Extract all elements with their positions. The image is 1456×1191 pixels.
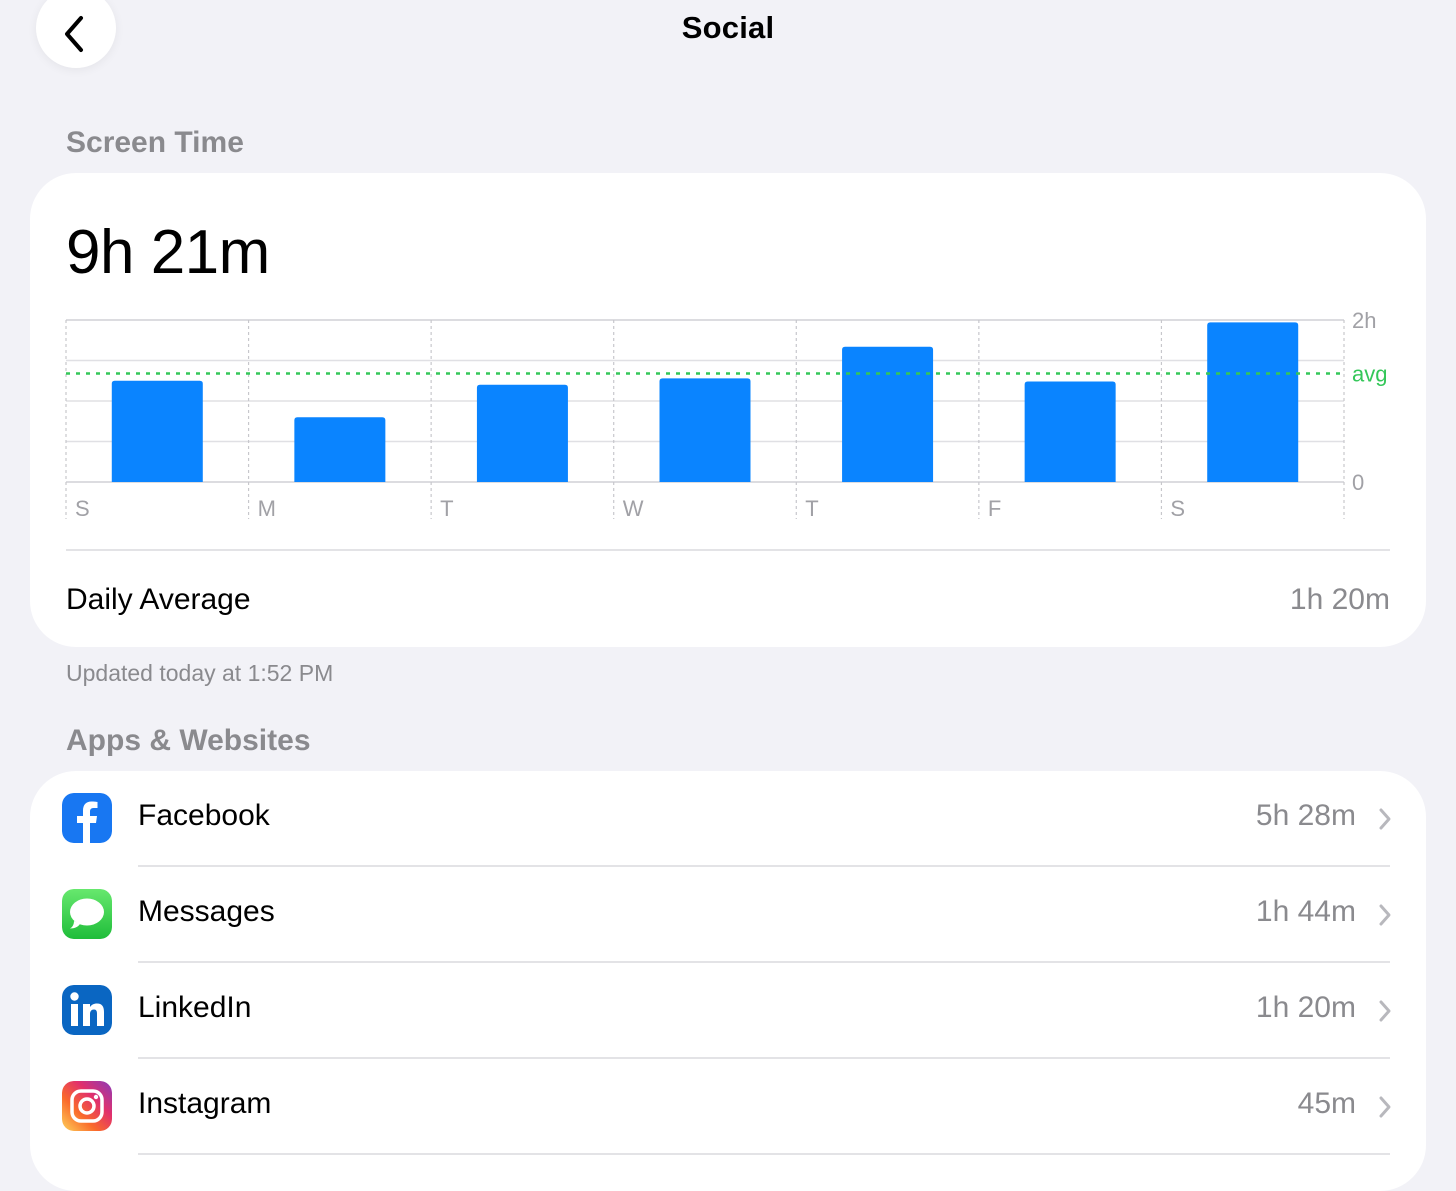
chart-day-label: M [258,496,276,521]
app-name: LinkedIn [138,991,252,1024]
card-divider [66,549,1390,551]
chart-bar [476,384,568,482]
chart-y-tick-label: 2h [1352,308,1376,333]
app-time: 1h 44m [1255,895,1356,928]
chevron-right-icon [1379,1000,1391,1022]
app-name: Messages [138,895,275,928]
apps-card: Facebook 5h 28m Messages 1h 44m LinkedIn… [30,771,1426,1191]
instagram-icon [62,1081,112,1131]
apps-websites-header: Apps & Websites [66,724,311,757]
chart-y-tick-label: 0 [1352,470,1364,495]
chart-bar [842,346,934,482]
screen-time-header: Screen Time [66,126,244,159]
chevron-right-icon [1379,808,1391,830]
chart-day-label: T [440,496,453,521]
chart-bars [111,322,1299,482]
app-time: 45m [1297,1087,1356,1120]
app-name: Facebook [138,799,270,832]
chart-day-label: T [805,496,818,521]
daily-average-label: Daily Average [66,583,251,616]
app-time: 5h 28m [1255,799,1356,832]
chart-day-label: S [1170,496,1185,521]
chart-day-label: F [988,496,1001,521]
app-time: 1h 20m [1255,991,1356,1024]
updated-timestamp: Updated today at 1:52 PM [66,660,334,686]
row-divider [138,1153,1390,1155]
chevron-right-icon [1379,904,1391,926]
chart-average-label: avg [1352,361,1387,386]
usage-bar-chart: S M T W T F S 2h 0 avg [65,308,1387,521]
chart-bar [659,378,751,482]
app-row-facebook[interactable]: Facebook 5h 28m [30,771,1426,867]
app-row-instagram[interactable]: Instagram 45m [30,1059,1426,1155]
chevron-right-icon [1379,1096,1391,1118]
chart-day-label: S [75,496,90,521]
app-row-linkedin[interactable]: LinkedIn 1h 20m [30,963,1426,1059]
chart-bar [294,417,386,482]
messages-icon [62,889,112,939]
chart-bar [1207,322,1299,482]
linkedin-icon [62,985,112,1035]
app-name: Instagram [138,1087,272,1120]
facebook-icon [62,793,112,843]
page-title: Social [681,10,775,45]
app-row-messages[interactable]: Messages 1h 44m [30,867,1426,963]
chart-bar [111,380,203,482]
chart-bar [1024,381,1116,482]
chart-day-label: W [623,496,644,521]
screen-time-card[interactable]: 9h 21m S M T W T F S 2h 0 avg Daily Average 1h 20… [30,173,1426,647]
daily-average-value: 1h 20m [1289,583,1390,616]
